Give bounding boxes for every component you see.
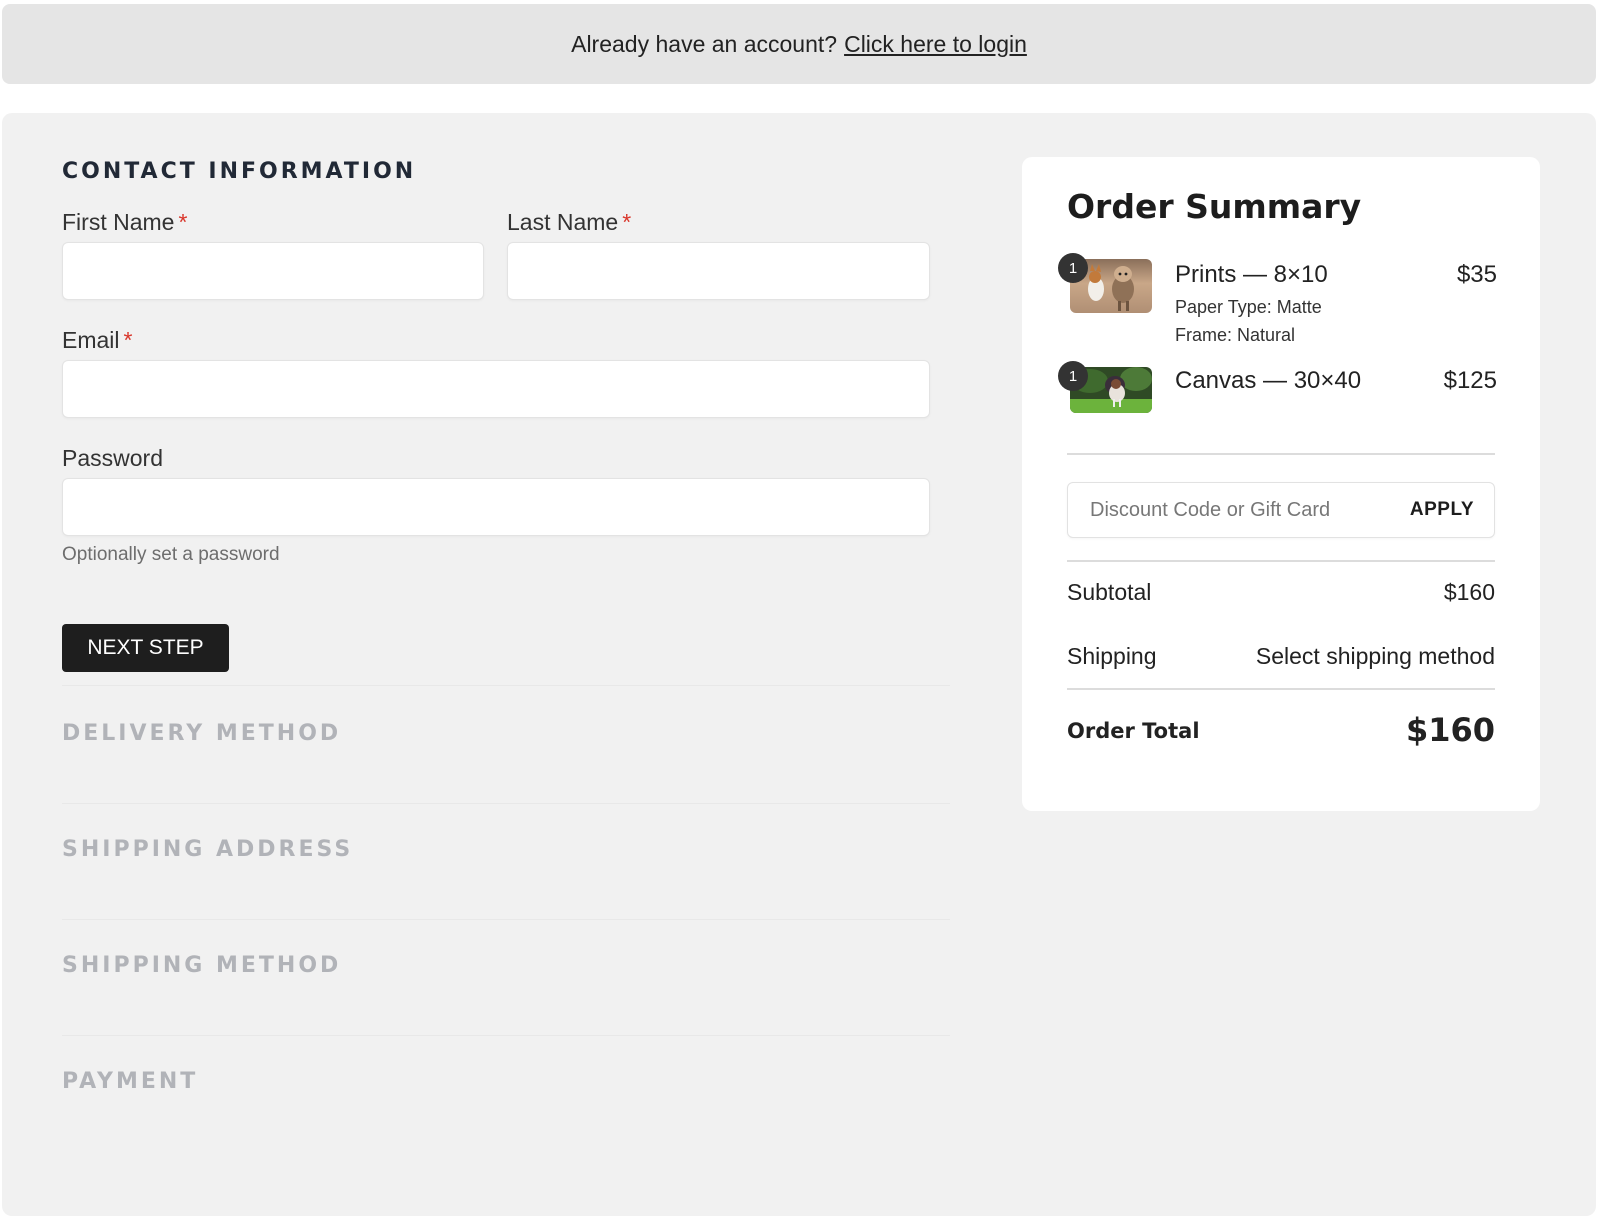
order-summary-title: Order Summary [1067,187,1362,226]
first-name-label: First Name * [62,209,188,235]
line-item: 1 Canvas — 30×40 $125 [1058,361,1497,425]
quantity-badge: 1 [1058,361,1088,391]
item-paper-type: Paper Type: Matte [1175,297,1322,317]
summary-divider [1067,688,1495,690]
section-divider [62,803,950,804]
order-total-row: Order Total $160 [1067,711,1495,755]
checkout-panel: CONTACT INFORMATION First Name * Last Nam… [2,113,1596,1216]
apply-discount-button[interactable]: APPLY [1410,483,1474,537]
step-payment[interactable]: PAYMENT [62,1069,198,1094]
step-shipping-method[interactable]: SHIPPING METHOD [62,953,341,978]
step-delivery-method[interactable]: DELIVERY METHOD [62,721,341,746]
login-prompt: Already have an account? [571,30,838,57]
shipping-label: Shipping [1067,643,1157,669]
required-asterisk: * [123,327,133,353]
line-item: 1 Prints — 8×10 $35 Paper Type: Matte Fr… [1058,253,1497,357]
required-asterisk: * [622,209,632,235]
subtotal-label: Subtotal [1067,579,1152,605]
item-price: $125 [1443,367,1497,394]
password-label: Password [62,445,163,471]
discount-field: APPLY [1067,482,1495,538]
quantity-badge: 1 [1058,253,1088,283]
item-name: Prints — 8×10 [1175,261,1328,288]
discount-code-input[interactable] [1068,483,1388,537]
item-price: $35 [1456,261,1497,288]
item-frame: Frame: Natural [1175,325,1296,345]
order-summary: Order Summary 1 Prints — 8×10 $35 Paper … [1022,157,1540,811]
email-input[interactable] [62,360,930,418]
item-name: Canvas — 30×40 [1175,367,1362,394]
order-total-label: Order Total [1067,719,1200,743]
section-divider [62,919,950,920]
contact-section-title: CONTACT INFORMATION [62,159,417,184]
last-name-input[interactable] [507,242,930,300]
summary-divider [1067,453,1495,455]
first-name-input[interactable] [62,242,484,300]
section-divider [62,685,950,686]
summary-divider [1067,560,1495,562]
section-divider [62,1035,950,1036]
login-banner: Already have an account? Click here to l… [2,4,1596,84]
password-input[interactable] [62,478,930,536]
required-asterisk: * [178,209,188,235]
next-step-button[interactable]: NEXT STEP [62,624,229,672]
subtotal-value: $160 [1443,579,1495,605]
subtotal-row: Subtotal $160 [1067,579,1495,609]
password-hint: Optionally set a password [62,544,280,565]
step-shipping-address[interactable]: SHIPPING ADDRESS [62,837,353,862]
last-name-label: Last Name * [507,209,632,235]
shipping-value: Select shipping method [1255,643,1495,669]
order-total-value: $160 [1405,711,1495,749]
email-label: Email * [62,327,133,353]
shipping-row: Shipping Select shipping method [1067,643,1495,673]
login-link[interactable]: Click here to login [844,31,1027,58]
